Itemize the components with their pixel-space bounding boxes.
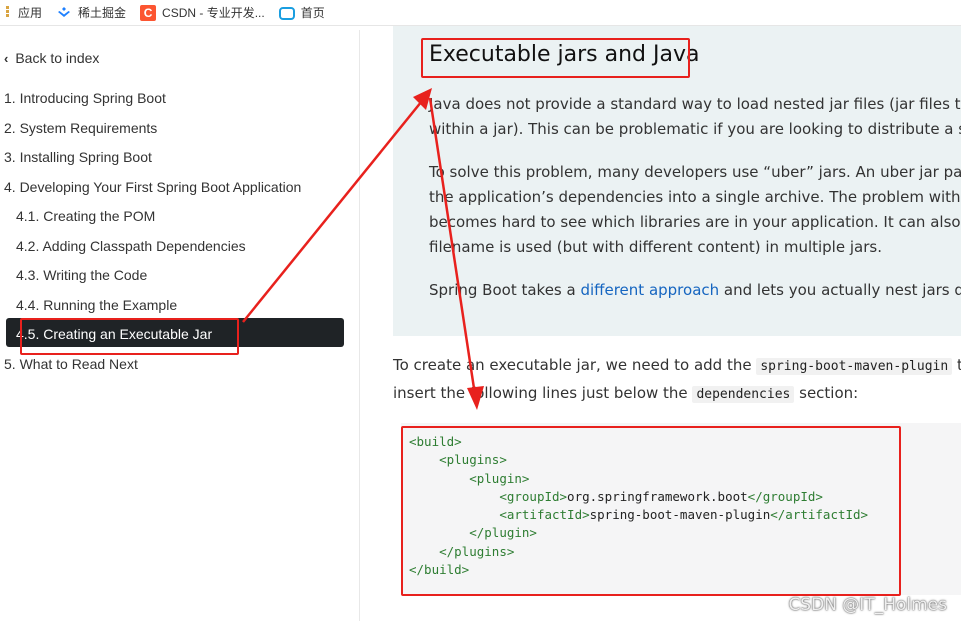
- toc-item-system-requirements[interactable]: 2. System Requirements: [0, 120, 360, 150]
- code-block: <build> <plugins> <plugin> <groupId>org.…: [409, 433, 868, 579]
- text-line: within a jar). This can be problematic i…: [429, 120, 961, 138]
- toc-list: 1. Introducing Spring Boot 2. System Req…: [0, 90, 360, 385]
- text-line: To solve this problem, many developers u…: [429, 163, 961, 181]
- toc-item-label: 1. Introducing Spring Boot: [4, 90, 166, 106]
- paragraph-spring-approach: Spring Boot takes a different approach a…: [429, 278, 961, 303]
- code-token: </build>: [409, 562, 470, 578]
- paragraph-maven-plugin: To create an executable jar, we need to …: [393, 352, 961, 408]
- text-line: becomes hard to see which libraries are …: [429, 213, 961, 231]
- watermark: CSDN @IT_Holmes: [788, 595, 947, 615]
- code-token: </artifactId>: [770, 507, 869, 523]
- bookmark-label: CSDN - 专业开发...: [162, 6, 265, 20]
- juejin-logo-icon: [56, 5, 72, 21]
- code-token: </plugins>: [439, 543, 515, 559]
- paragraph-uber-jars: To solve this problem, many developers u…: [429, 160, 961, 260]
- csdn-logo-icon: C: [140, 4, 157, 21]
- code-token: org.springframework.boot: [567, 488, 748, 504]
- text-line: insert the following lines just below th…: [393, 380, 961, 408]
- toc-sidebar: ‹ Back to index 1. Introducing Spring Bo…: [0, 30, 360, 621]
- toc-item-label: 4.5. Creating an Executable Jar: [16, 326, 213, 342]
- different-approach-link[interactable]: different approach: [580, 281, 719, 299]
- toc-item-label: 3. Installing Spring Boot: [4, 149, 152, 165]
- code-token: </groupId>: [747, 488, 823, 504]
- text-line: the application’s dependencies into a si…: [429, 188, 961, 206]
- section-heading: Executable jars and Java: [429, 42, 700, 67]
- code-token: </plugin>: [469, 525, 537, 541]
- toc-item-label: 4.3. Writing the Code: [16, 267, 148, 283]
- text-span: and lets you actually nest jars directly: [723, 281, 961, 299]
- toc-item-label: 5. What to Read Next: [4, 355, 138, 372]
- code-token: <groupId>: [499, 488, 568, 504]
- text-span: insert the following lines just below th…: [393, 384, 693, 402]
- text-span: Spring Boot takes a: [429, 281, 581, 299]
- toc-item-creating-pom[interactable]: 4.1. Creating the POM: [0, 208, 360, 238]
- toc-item-writing-code[interactable]: 4.3. Writing the Code: [0, 267, 360, 297]
- bookmark-label: 首页: [300, 6, 325, 20]
- text-line: To create an executable jar, we need to …: [393, 352, 961, 380]
- code-token: <plugins>: [439, 452, 507, 468]
- inline-code: spring-boot-maven-plugin: [756, 358, 953, 375]
- bookmark-juejin[interactable]: 稀土掘金: [56, 0, 126, 26]
- code-token: <plugin>: [469, 470, 530, 486]
- apps-grid-icon: [6, 5, 10, 21]
- toc-item-executable-jar[interactable]: 4.5. Creating an Executable Jar: [0, 318, 360, 356]
- text-line: Java does not provide a standard way to …: [429, 95, 961, 113]
- text-span: section:: [794, 384, 859, 402]
- bilibili-tv-icon: [278, 7, 295, 20]
- toc-item-label: 4.2. Adding Classpath Dependencies: [16, 237, 246, 254]
- bookmark-csdn[interactable]: C CSDN - 专业开发...: [140, 0, 265, 26]
- toc-item-installing[interactable]: 3. Installing Spring Boot: [0, 149, 360, 179]
- text-span: To create an executable jar, we need to …: [393, 356, 757, 374]
- text-line: filename is used (but with different con…: [429, 238, 882, 256]
- toc-item-developing[interactable]: 4. Developing Your First Spring Boot App…: [0, 179, 360, 209]
- paragraph-nested-jars: Java does not provide a standard way to …: [429, 92, 961, 142]
- bookmark-bilibili[interactable]: 首页: [278, 0, 325, 26]
- inline-code: dependencies: [692, 386, 795, 403]
- chevron-left-icon: ‹: [4, 50, 9, 66]
- back-to-index-link[interactable]: ‹ Back to index: [4, 50, 99, 66]
- bookmarks-bar: 应用 稀土掘金 C CSDN - 专业开发... 首页: [0, 0, 961, 26]
- bookmark-apps[interactable]: 应用: [6, 0, 42, 26]
- toc-item-label: 4.1. Creating the POM: [16, 208, 156, 224]
- toc-item-classpath-deps[interactable]: 4.2. Adding Classpath Dependencies: [0, 238, 360, 268]
- code-token: <build>: [409, 434, 462, 449]
- toc-item-label: 4. Developing Your First Spring Boot App…: [4, 178, 302, 195]
- toc-item-label: 4.4. Running the Example: [16, 296, 178, 313]
- code-token: <artifactId>: [499, 507, 590, 523]
- toc-item-label: 2. System Requirements: [4, 119, 158, 136]
- text-span: to o: [956, 356, 961, 374]
- doc-content: Executable jars and Java Java does not p…: [361, 26, 961, 621]
- code-token: spring-boot-maven-plugin: [589, 507, 771, 523]
- bookmark-label: 稀土掘金: [78, 6, 127, 20]
- toc-item-what-to-read-next[interactable]: 5. What to Read Next: [0, 356, 360, 386]
- bookmark-label: 应用: [18, 6, 43, 20]
- back-label: Back to index: [15, 50, 100, 66]
- toc-item-introducing[interactable]: 1. Introducing Spring Boot: [0, 90, 360, 120]
